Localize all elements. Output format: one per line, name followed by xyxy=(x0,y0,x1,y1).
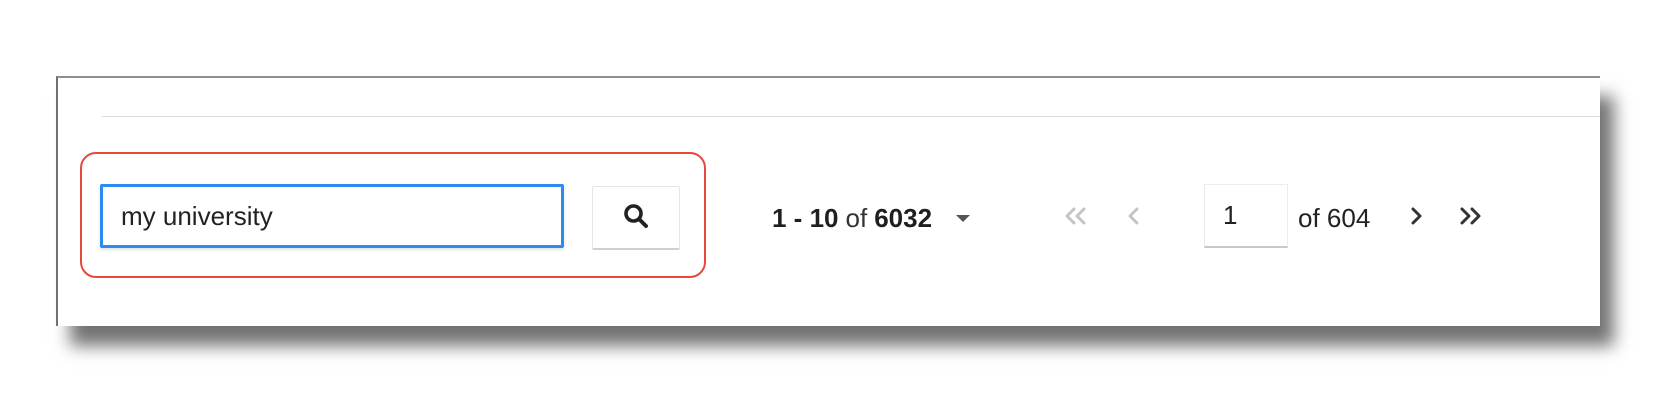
results-total: 6032 xyxy=(874,202,933,233)
page-number-input[interactable] xyxy=(1204,184,1288,248)
search-input[interactable] xyxy=(100,184,564,248)
total-pages-label: of 604 xyxy=(1298,203,1371,233)
search-icon xyxy=(623,203,649,232)
double-chevron-right-icon xyxy=(1457,206,1483,231)
last-page-button[interactable] xyxy=(1450,196,1490,240)
chevron-right-icon xyxy=(1408,206,1424,231)
results-range-dropdown[interactable]: 1 - 10 of 6032 xyxy=(772,198,971,238)
results-of-label: of xyxy=(845,202,868,233)
caret-down-icon xyxy=(956,214,971,222)
double-chevron-left-icon xyxy=(1063,206,1089,231)
toolbar-panel: 1 - 10 of 6032 of 604 xyxy=(56,76,1600,326)
first-page-button[interactable] xyxy=(1056,196,1096,240)
previous-page-button[interactable] xyxy=(1114,196,1154,240)
divider xyxy=(102,116,1600,117)
results-range: 1 - 10 xyxy=(772,202,839,233)
chevron-left-icon xyxy=(1126,206,1142,231)
search-button[interactable] xyxy=(592,186,680,250)
next-page-button[interactable] xyxy=(1396,196,1436,240)
